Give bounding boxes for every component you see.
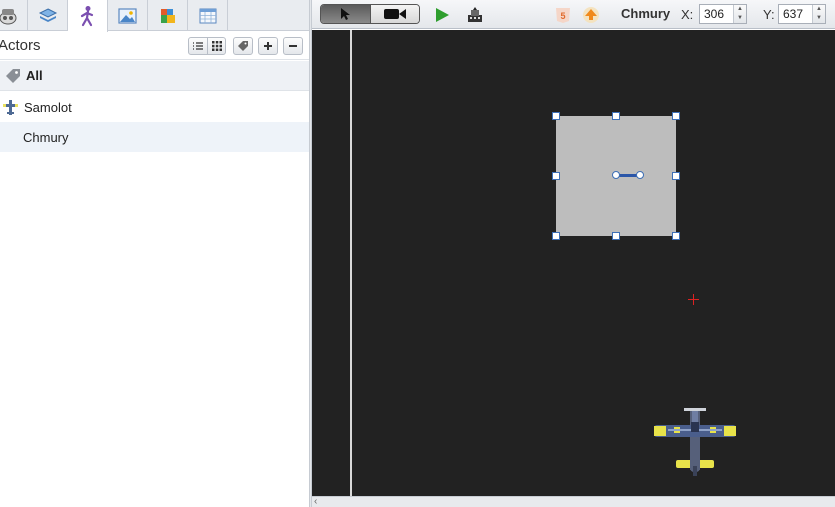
image-icon [117, 7, 137, 24]
y-label: Y: [763, 7, 775, 22]
grid-view-button[interactable] [207, 38, 225, 54]
actors-icon [80, 6, 93, 27]
remove-icon [289, 45, 297, 47]
html5-icon: 5 [556, 7, 570, 23]
view-toggle [188, 37, 226, 55]
panel-tabbar [0, 0, 309, 32]
plane-icon [3, 99, 18, 115]
crosshair-icon [688, 294, 699, 305]
x-label: X: [681, 7, 694, 22]
tag-icon [238, 41, 248, 51]
selected-actor-chmury[interactable] [552, 112, 680, 240]
resize-handle-left[interactable] [552, 172, 560, 180]
tab-table[interactable] [188, 0, 228, 31]
list-view-icon [193, 42, 203, 50]
pivot-handle[interactable] [612, 171, 620, 179]
upload-icon [583, 7, 599, 23]
svg-text:5: 5 [560, 11, 565, 21]
selected-actor-name: Chmury [621, 6, 671, 21]
resize-handle-bottom[interactable] [612, 232, 620, 240]
list-view-button[interactable] [189, 38, 207, 54]
camera-mode-button[interactable] [369, 5, 419, 23]
horizontal-scrollbar[interactable]: ‹ [312, 496, 835, 507]
scene-canvas[interactable] [312, 30, 835, 496]
table-icon [199, 8, 216, 23]
resize-handle-bottom-right[interactable] [672, 232, 680, 240]
play-icon [436, 8, 449, 22]
tiles-icon [160, 8, 175, 23]
resize-handle-bottom-left[interactable] [552, 232, 560, 240]
panel-title: Actors [0, 37, 41, 54]
stepper-up-icon[interactable]: ▲ [734, 5, 746, 14]
scene-boundary-line [350, 30, 352, 496]
x-stepper[interactable]: ▲ ▼ [733, 5, 746, 23]
scroll-left-icon[interactable]: ‹ [314, 497, 317, 507]
tab-layers[interactable] [28, 0, 68, 31]
actor-group-all[interactable]: All [0, 61, 309, 91]
scene-toolbar: 5 Chmury X: ▲ ▼ Y: ▲ ▼ [312, 0, 835, 29]
rotation-handle[interactable] [636, 171, 644, 179]
export-button[interactable] [465, 5, 485, 25]
tag-icon [6, 68, 20, 83]
stepper-up-icon[interactable]: ▲ [813, 5, 825, 14]
pointer-icon [341, 8, 351, 20]
resize-handle-top[interactable] [612, 112, 620, 120]
y-stepper[interactable]: ▲ ▼ [812, 5, 825, 23]
x-input[interactable] [700, 5, 734, 23]
actor-label: All [26, 68, 43, 83]
tab-actors[interactable] [68, 0, 108, 32]
actor-item-samolot[interactable]: Samolot [0, 92, 309, 122]
resize-handle-top-right[interactable] [672, 112, 680, 120]
tab-scene[interactable] [0, 0, 28, 31]
stepper-down-icon[interactable]: ▼ [734, 14, 746, 23]
scene-icon [0, 8, 16, 24]
stepper-down-icon[interactable]: ▼ [813, 14, 825, 23]
resize-handle-top-left[interactable] [552, 112, 560, 120]
tab-tiles[interactable] [148, 0, 188, 31]
x-spinner: ▲ ▼ [699, 4, 747, 24]
y-input[interactable] [779, 5, 813, 23]
plane-sprite[interactable] [654, 408, 736, 478]
add-icon [264, 42, 272, 50]
add-button[interactable] [258, 37, 278, 55]
actor-label: Samolot [24, 99, 72, 115]
grid-view-icon [211, 41, 222, 51]
actors-header: Actors [0, 31, 309, 60]
camera-icon [383, 9, 406, 19]
html5-button[interactable]: 5 [553, 5, 573, 25]
play-button[interactable] [432, 5, 452, 25]
y-spinner: ▲ ▼ [778, 4, 826, 24]
mode-toggle [320, 4, 420, 24]
actors-panel: Actors All Samolot Chmury [0, 0, 309, 507]
export-icon [468, 7, 482, 22]
layers-icon [38, 7, 57, 22]
remove-button[interactable] [283, 37, 303, 55]
tab-images[interactable] [108, 0, 148, 31]
upload-button[interactable] [581, 5, 601, 25]
tag-button[interactable] [233, 37, 253, 55]
resize-handle-right[interactable] [672, 172, 680, 180]
actor-label: Chmury [23, 129, 69, 145]
actor-item-chmury[interactable]: Chmury [0, 122, 309, 152]
pointer-mode-button[interactable] [321, 5, 370, 23]
